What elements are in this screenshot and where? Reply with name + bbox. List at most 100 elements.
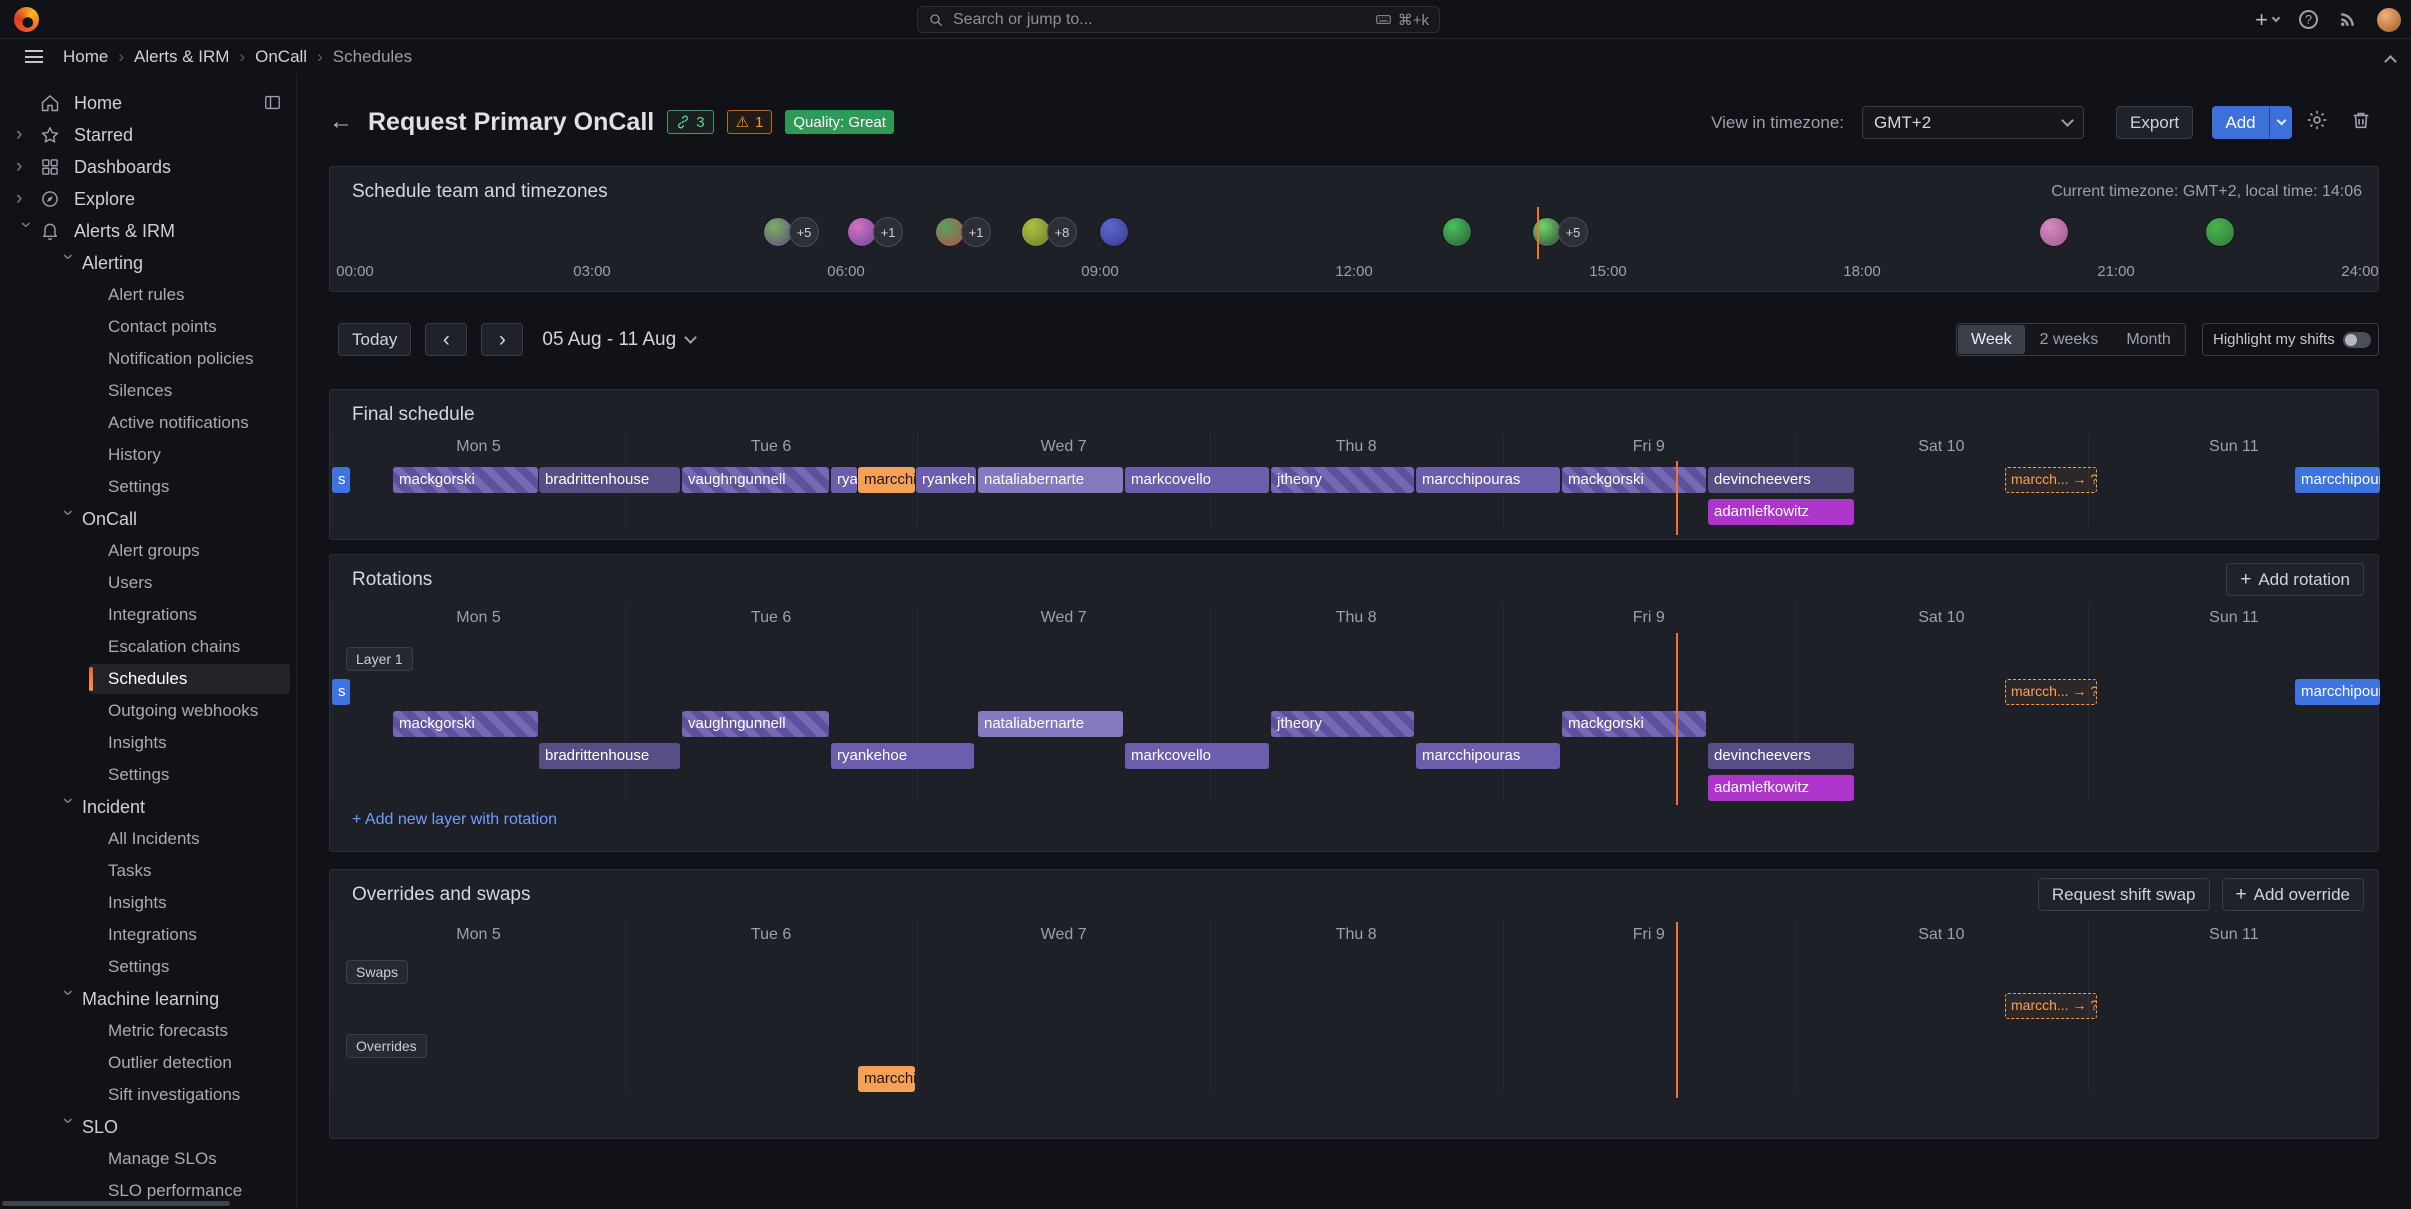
sidebar-item-alert-groups[interactable]: Alert groups (0, 535, 296, 567)
chevron-down-icon[interactable]: › (15, 222, 37, 241)
sidebar-item-incident[interactable]: ›Incident (0, 791, 296, 823)
shift-block-vaughngunnell[interactable]: vaughngunnell (682, 467, 829, 493)
sidebar-item-metric-forecasts[interactable]: Metric forecasts (0, 1015, 296, 1047)
sidebar-item-integrations[interactable]: Integrations (0, 919, 296, 951)
shift-block-adamlefkowitz[interactable]: adamlefkowitz (1708, 499, 1854, 525)
avatar-overflow-badge[interactable]: +8 (1047, 217, 1077, 247)
shift-block-bradrittenhouse[interactable]: bradrittenhouse (539, 467, 680, 493)
sidebar-item-dashboards[interactable]: ›Dashboards (0, 151, 296, 183)
shift-block-marcch[interactable]: marcch... → ? (2005, 467, 2097, 493)
sidebar-item-alert-rules[interactable]: Alert rules (0, 279, 296, 311)
search-input[interactable] (953, 11, 1366, 29)
sidebar-item-tasks[interactable]: Tasks (0, 855, 296, 887)
breadcrumb-item-home[interactable]: Home (63, 47, 108, 66)
sidebar-item-explore[interactable]: ›Explore (0, 183, 296, 215)
user-profile-avatar[interactable] (2377, 8, 2401, 32)
avatar-overflow-badge[interactable]: +5 (789, 217, 819, 247)
sidebar-item-settings[interactable]: Settings (0, 951, 296, 983)
delete-button[interactable] (2350, 109, 2376, 135)
shift-block-devincheevers[interactable]: devincheevers (1708, 743, 1854, 769)
chevron-right-icon[interactable]: › (16, 156, 40, 178)
shift-block-mackgorski[interactable]: mackgorski (393, 467, 538, 493)
sidebar-item-active-notifications[interactable]: Active notifications (0, 407, 296, 439)
settings-gear-button[interactable] (2306, 109, 2332, 135)
add-button[interactable]: Add (2212, 106, 2292, 139)
sidebar-item-contact-points[interactable]: Contact points (0, 311, 296, 343)
shift-block-nataliabernarte[interactable]: nataliabernarte (978, 467, 1123, 493)
help-button[interactable]: ? (2299, 10, 2318, 29)
shift-block-rya[interactable]: rya (831, 467, 857, 493)
add-layer-link[interactable]: + Add new layer with rotation (352, 811, 557, 829)
shift-block-mackgorski[interactable]: mackgorski (1562, 467, 1706, 493)
shift-block-marcchipouras[interactable]: marcchipouras (1416, 467, 1560, 493)
chevron-down-icon[interactable]: › (57, 254, 79, 273)
sidebar-item-oncall[interactable]: ›OnCall (0, 503, 296, 535)
sidebar-item-escalation-chains[interactable]: Escalation chains (0, 631, 296, 663)
chevron-right-icon[interactable]: › (16, 188, 40, 210)
view-option-2-weeks[interactable]: 2 weeks (2027, 325, 2112, 354)
sidebar-item-slo[interactable]: ›SLO (0, 1111, 296, 1143)
sidebar-item-insights[interactable]: Insights (0, 727, 296, 759)
shift-block-marcch[interactable]: marcch... → ? (2005, 993, 2097, 1019)
grafana-logo[interactable] (14, 7, 39, 32)
view-option-week[interactable]: Week (1958, 325, 2025, 354)
shift-block-vaughngunnell[interactable]: vaughngunnell (682, 711, 829, 737)
sidebar-item-alerts-irm[interactable]: ›Alerts & IRM (0, 215, 296, 247)
sidebar-item-outlier-detection[interactable]: Outlier detection (0, 1047, 296, 1079)
shift-block-bradrittenhouse[interactable]: bradrittenhouse (539, 743, 680, 769)
user-avatar[interactable] (1442, 217, 1472, 247)
shift-block-s[interactable]: s (332, 467, 350, 493)
user-avatar[interactable] (1099, 217, 1129, 247)
shift-block-marcchip[interactable]: marcchip (858, 467, 915, 493)
shift-block-jtheory[interactable]: jtheory (1271, 467, 1414, 493)
breadcrumb-item-oncall[interactable]: OnCall (255, 47, 307, 66)
sidebar-item-insights[interactable]: Insights (0, 887, 296, 919)
today-button[interactable]: Today (338, 323, 411, 356)
avatar-overflow-badge[interactable]: +1 (961, 217, 991, 247)
shift-block-jtheory[interactable]: jtheory (1271, 711, 1414, 737)
sidebar-item-home[interactable]: ›Home (0, 87, 296, 119)
sidebar-item-machine-learning[interactable]: ›Machine learning (0, 983, 296, 1015)
sidebar-item-history[interactable]: History (0, 439, 296, 471)
chevron-down-icon[interactable]: › (57, 798, 79, 817)
sidebar-item-schedules[interactable]: Schedules (0, 663, 296, 695)
search-box[interactable]: ⌘+k (917, 6, 1440, 33)
sidebar-scrollbar[interactable] (2, 1201, 230, 1206)
add-override-button[interactable]: + Add override (2222, 878, 2365, 911)
sidebar-item-users[interactable]: Users (0, 567, 296, 599)
chevron-right-icon[interactable]: › (16, 124, 40, 146)
quality-badge[interactable]: Quality: Great (785, 110, 894, 134)
shift-block-ryankeho[interactable]: ryankeho (916, 467, 976, 493)
collapse-up-icon[interactable] (2386, 53, 2395, 71)
highlight-shifts-toggle[interactable] (2343, 332, 2371, 348)
new-menu-button[interactable]: + (2255, 7, 2279, 33)
timezone-select[interactable]: GMT+2 (1862, 106, 2084, 139)
menu-toggle-icon[interactable] (25, 50, 43, 63)
links-badge[interactable]: 3 (667, 110, 713, 134)
shift-block-ryankehoe[interactable]: ryankehoe (831, 743, 974, 769)
avatar-overflow-badge[interactable]: +1 (873, 217, 903, 247)
shift-block-marcchipoura[interactable]: marcchipoura (2295, 467, 2380, 493)
user-avatar[interactable] (2039, 217, 2069, 247)
shift-block-marcchipouras[interactable]: marcchipouras (1416, 743, 1560, 769)
add-dropdown-toggle[interactable] (2270, 122, 2292, 124)
view-option-month[interactable]: Month (2113, 325, 2183, 354)
sidebar-item-silences[interactable]: Silences (0, 375, 296, 407)
breadcrumb-item-alerts-irm[interactable]: Alerts & IRM (134, 47, 229, 66)
chevron-down-icon[interactable]: › (57, 990, 79, 1009)
shift-block-marcchipoura[interactable]: marcchipoura (2295, 679, 2380, 705)
chevron-down-icon[interactable]: › (57, 510, 79, 529)
dock-menu-icon[interactable] (263, 93, 282, 117)
warnings-badge[interactable]: ⚠ 1 (727, 110, 773, 134)
back-button[interactable]: ← (329, 108, 353, 136)
user-avatar[interactable] (2205, 217, 2235, 247)
add-rotation-button[interactable]: + Add rotation (2226, 563, 2364, 596)
shift-block-devincheevers[interactable]: devincheevers (1708, 467, 1854, 493)
shift-block-mackgorski[interactable]: mackgorski (393, 711, 538, 737)
prev-week-button[interactable]: ‹ (425, 323, 467, 356)
sidebar-item-starred[interactable]: ›Starred (0, 119, 296, 151)
avatar-overflow-badge[interactable]: +5 (1558, 217, 1588, 247)
sidebar-item-settings[interactable]: Settings (0, 759, 296, 791)
sidebar-item-integrations[interactable]: Integrations (0, 599, 296, 631)
shift-block-marcchip[interactable]: marcchip (858, 1066, 915, 1092)
